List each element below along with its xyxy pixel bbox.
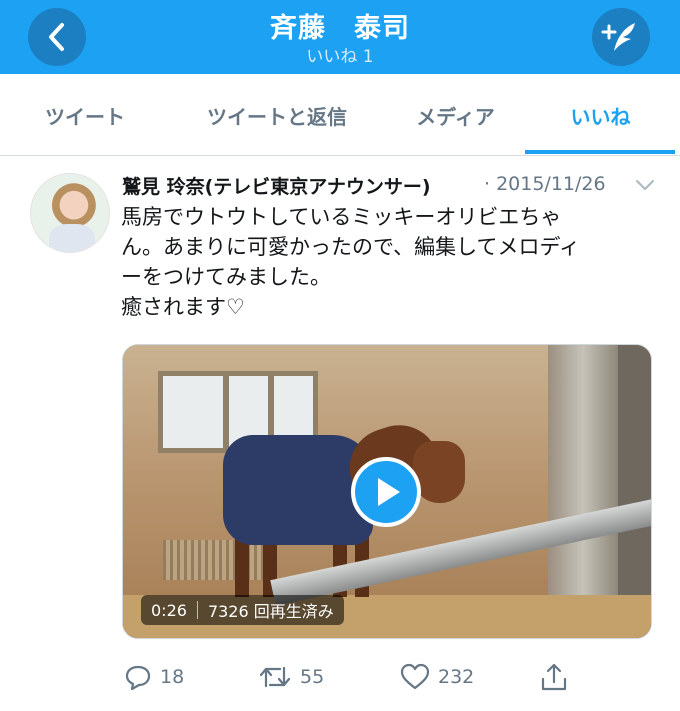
reply-count: 18 [160, 666, 185, 688]
tweet-text: 馬房でウトウトしているミッキーオリビエちゃ ん。あまりに可愛かったので、編集して… [121, 202, 661, 322]
share-icon [541, 663, 567, 691]
video-player[interactable]: 0:26 7326 回再生済み [122, 344, 652, 639]
tab-tweets[interactable]: ツイート [20, 74, 150, 156]
tab-media[interactable]: メディア [398, 74, 513, 156]
reply-button[interactable]: 18 [124, 662, 184, 692]
like-count: 232 [438, 666, 475, 688]
tweet-text-line: ーをつけてみました。 [121, 265, 331, 289]
video-info-badge: 0:26 7326 回再生済み [141, 595, 344, 625]
tweet-text-line: 癒されます♡ [121, 295, 245, 319]
profile-name: 斉藤 泰司 [270, 13, 410, 44]
video-view-count: 7326 回再生済み [207, 602, 334, 621]
chevron-down-icon[interactable] [634, 174, 656, 196]
likes-count-subtitle: いいね 1 [306, 47, 374, 67]
tab-likes[interactable]: いいね [548, 74, 653, 156]
play-button[interactable] [351, 457, 421, 527]
avatar[interactable] [30, 173, 110, 253]
divider [196, 601, 198, 619]
play-icon [378, 478, 400, 506]
retweet-button[interactable]: 55 [258, 662, 324, 692]
tweet-author[interactable]: 鷲見 玲奈(テレビ東京アナウンサー) [122, 172, 431, 199]
video-duration: 0:26 [151, 600, 187, 620]
tweet-text-line: 馬房でウトウトしているミッキーオリビエちゃ [121, 205, 562, 229]
compose-button[interactable] [592, 8, 650, 66]
compose-tweet-icon [601, 23, 635, 51]
tweet-date: · 2015/11/26 [484, 173, 606, 195]
heart-icon [400, 663, 430, 690]
share-button[interactable] [540, 662, 568, 692]
like-button[interactable]: 232 [400, 662, 474, 692]
tweet-text-line: ん。あまりに可愛かったので、編集してメロディ [121, 235, 581, 259]
profile-tabs: ツイート ツイートと返信 メディア いいね [0, 74, 680, 156]
reply-icon [125, 665, 151, 691]
retweet-count: 55 [300, 666, 325, 688]
avatar-figure [49, 224, 95, 252]
retweet-icon [259, 666, 291, 688]
active-tab-indicator [525, 150, 675, 154]
thumbnail-vent [163, 540, 273, 580]
tab-tweets-and-replies[interactable]: ツイートと返信 [192, 74, 362, 156]
app-header: 斉藤 泰司 いいね 1 [0, 0, 680, 74]
